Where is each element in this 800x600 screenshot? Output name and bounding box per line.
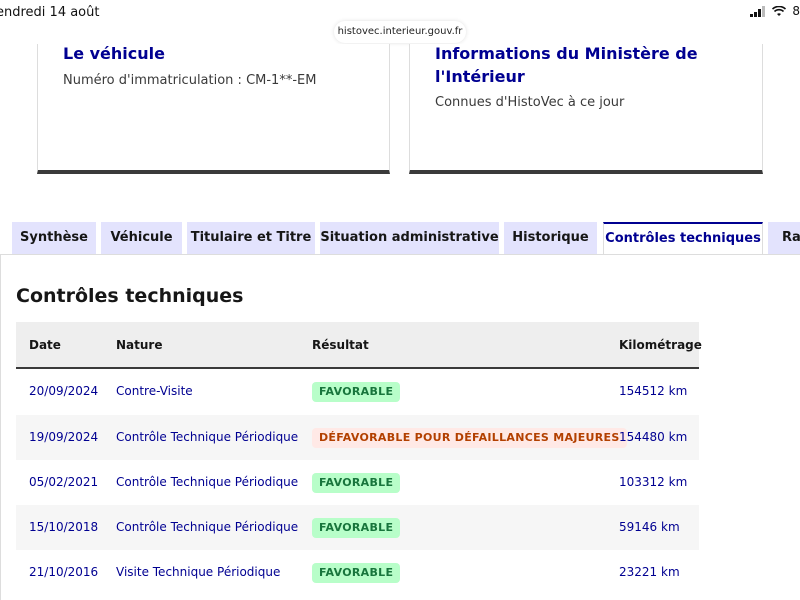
tab-situation-administrative[interactable]: Situation administrative: [320, 222, 499, 254]
status-bar-icons: 8: [750, 4, 800, 18]
result-badge: FAVORABLE: [312, 382, 401, 402]
row-km: 154512 km: [619, 384, 688, 398]
vehicle-card: Le véhicule Numéro d'immatriculation : C…: [37, 44, 390, 174]
row-km: 59146 km: [619, 520, 680, 534]
status-bar-date: endredi 14 août: [0, 5, 100, 20]
table-header: Date Nature Résultat Kilométrage: [16, 322, 702, 369]
row-date: 21/10/2016: [29, 565, 99, 579]
tabs-divider: [0, 254, 800, 255]
result-badge: FAVORABLE: [312, 473, 401, 493]
battery-level: 8: [792, 4, 800, 18]
header-nature: Nature: [116, 338, 163, 352]
tab-vehicule[interactable]: Véhicule: [101, 222, 182, 254]
wifi-icon: [772, 5, 787, 17]
panel-border: [0, 254, 1, 600]
table-row: 21/10/2016 Visite Technique Périodique F…: [16, 550, 699, 595]
section-title: Contrôles techniques: [16, 285, 244, 307]
row-date: 19/09/2024: [29, 430, 99, 444]
tab-rapport[interactable]: Rap: [768, 222, 800, 254]
row-km: 23221 km: [619, 565, 680, 579]
tab-controles-techniques[interactable]: Contrôles techniques: [603, 222, 763, 254]
table-row: 19/09/2024 Contrôle Technique Périodique…: [16, 415, 699, 460]
result-badge: FAVORABLE: [312, 563, 401, 583]
result-badge: DÉFAVORABLE POUR DÉFAILLANCES MAJEURES: [312, 428, 627, 448]
row-nature: Contrôle Technique Périodique: [116, 430, 299, 444]
tab-bar: Synthèse Véhicule Titulaire et Titre Sit…: [0, 222, 800, 254]
header-result: Résultat: [312, 338, 369, 352]
row-date: 15/10/2018: [29, 520, 99, 534]
tab-synthese[interactable]: Synthèse: [12, 222, 96, 254]
row-km: 103312 km: [619, 475, 688, 489]
header-km: Kilométrage: [619, 338, 702, 352]
result-badge: FAVORABLE: [312, 518, 401, 538]
row-date: 20/09/2024: [29, 384, 99, 398]
vehicle-card-title: Le véhicule: [63, 44, 165, 63]
signal-icon: [750, 5, 766, 17]
row-nature: Contre-Visite: [116, 384, 193, 398]
row-nature: Contrôle Technique Périodique: [116, 475, 299, 489]
tab-titulaire[interactable]: Titulaire et Titre: [187, 222, 315, 254]
address-bar[interactable]: histovec.interieur.gouv.fr: [334, 21, 466, 43]
header-date: Date: [29, 338, 61, 352]
registration-number: Numéro d'immatriculation : CM-1**-EM: [63, 73, 317, 88]
table-row: 15/10/2018 Contrôle Technique Périodique…: [16, 505, 699, 550]
row-km: 154480 km: [619, 430, 688, 444]
inspections-table: Date Nature Résultat Kilométrage 20/09/2…: [16, 322, 702, 595]
table-row: 20/09/2024 Contre-Visite FAVORABLE 15451…: [16, 369, 699, 415]
ministry-card-desc: Connues d'HistoVec à ce jour: [435, 95, 625, 110]
table-row: 05/02/2021 Contrôle Technique Périodique…: [16, 460, 699, 505]
row-nature: Visite Technique Périodique: [116, 565, 281, 579]
row-date: 05/02/2021: [29, 475, 99, 489]
tab-historique[interactable]: Historique: [504, 222, 597, 254]
ministry-card: Informations du Ministère de l'Intérieur…: [409, 44, 763, 174]
ministry-card-title: Informations du Ministère de l'Intérieur: [435, 44, 698, 86]
row-nature: Contrôle Technique Périodique: [116, 520, 299, 534]
